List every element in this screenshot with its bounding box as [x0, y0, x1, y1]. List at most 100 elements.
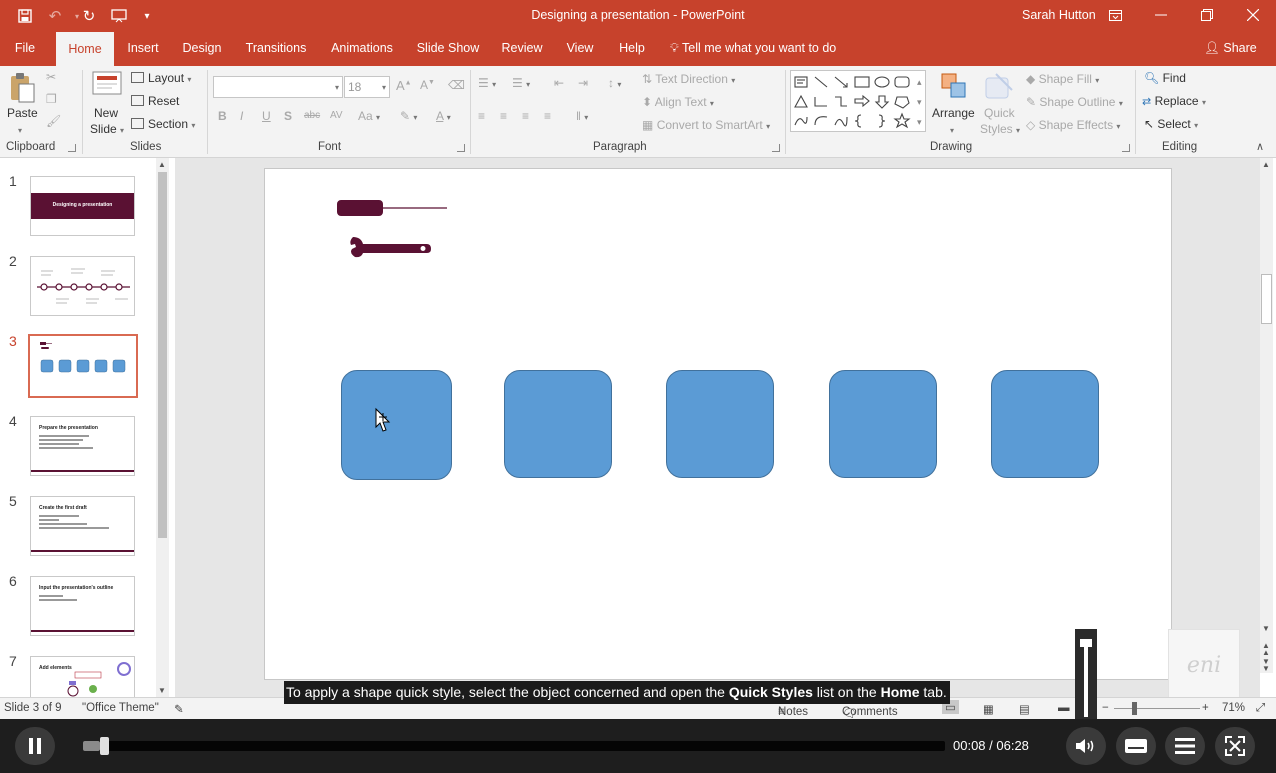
decrease-indent-icon[interactable]: ⇤	[554, 76, 564, 90]
tab-transitions[interactable]: Transitions	[242, 32, 310, 66]
reading-view-icon[interactable]: ▤	[1019, 702, 1030, 716]
align-text-button[interactable]: ⬍ Align Text ▾	[642, 95, 714, 109]
tab-slide-show[interactable]: Slide Show	[414, 32, 482, 66]
shape-fill-button[interactable]: ◆ Shape Fill ▾	[1026, 72, 1099, 86]
tab-insert[interactable]: Insert	[122, 32, 164, 66]
tab-design[interactable]: Design	[180, 32, 224, 66]
thumbnails-scrollbar-thumb[interactable]	[158, 172, 167, 538]
character-spacing-icon[interactable]: AV	[330, 110, 343, 121]
slide-thumbnail-7[interactable]: Add elements	[30, 656, 135, 697]
tab-help[interactable]: Help	[614, 32, 650, 66]
bold-icon[interactable]: B	[218, 109, 227, 123]
rounded-rectangle-2[interactable]	[504, 370, 612, 478]
next-slide-icon[interactable]: ▼ ▼	[1262, 658, 1270, 673]
increase-font-icon[interactable]: A▲	[396, 78, 412, 93]
clear-formatting-icon[interactable]: ⌫	[448, 78, 465, 92]
bullets-icon[interactable]: ☰ ▾	[478, 76, 496, 90]
cut-icon[interactable]: ✂	[46, 70, 56, 84]
scroll-up-icon[interactable]: ▲	[1262, 160, 1270, 169]
tab-file[interactable]: File	[6, 32, 44, 66]
shapes-gallery[interactable]	[790, 70, 926, 132]
scroll-up-icon[interactable]: ▲	[158, 160, 166, 169]
tab-review[interactable]: Review	[498, 32, 546, 66]
slide-scrollbar-thumb[interactable]	[1261, 274, 1272, 324]
rounded-rectangle-4[interactable]	[829, 370, 937, 478]
slide-thumbnail-4[interactable]: Prepare the presentation	[30, 416, 135, 476]
line-spacing-icon[interactable]: ↕ ▾	[608, 76, 621, 90]
zoom-out-icon[interactable]: −	[1102, 702, 1109, 714]
thumbnails-scrollbar[interactable]: ▲ ▼	[156, 158, 169, 697]
arrange-label[interactable]: Arrange	[932, 106, 975, 120]
font-color-icon[interactable]: A ▾	[436, 109, 451, 123]
font-size-box[interactable]: 18 ▾	[344, 76, 390, 98]
justify-icon[interactable]: ≡	[544, 109, 551, 123]
volume-button[interactable]	[1066, 727, 1106, 765]
slide-scrollbar[interactable]: ▲ ▼ ▲ ▲ ▼ ▼	[1260, 158, 1273, 673]
font-size-dropdown-icon[interactable]: ▾	[382, 83, 386, 92]
new-slide-label-2[interactable]: Slide ▾	[90, 122, 124, 136]
columns-icon[interactable]: ‖ ▾	[576, 109, 588, 123]
subtitles-button[interactable]	[1116, 727, 1156, 765]
shadow-icon[interactable]: S	[284, 109, 292, 123]
video-progress-handle[interactable]	[100, 737, 109, 755]
rounded-rectangle-1[interactable]	[341, 370, 452, 480]
select-button[interactable]: ↖ Select ▾	[1144, 117, 1198, 131]
arrange-dropdown-icon[interactable]: ▾	[950, 122, 954, 136]
slide-thumbnail-6[interactable]: Input the presentation's outline	[30, 576, 135, 636]
fit-to-window-icon[interactable]: ⤢	[1256, 702, 1265, 715]
previous-slide-icon[interactable]: ▲ ▲	[1262, 642, 1270, 657]
zoom-slider-handle[interactable]	[1132, 702, 1137, 715]
slide-sorter-icon[interactable]: ▦	[983, 702, 994, 716]
quick-styles-label-1[interactable]: Quick	[984, 106, 1015, 120]
slide-thumbnail-2[interactable]	[30, 256, 135, 316]
minimize-icon[interactable]	[1146, 4, 1176, 26]
italic-icon[interactable]: I	[240, 109, 243, 123]
align-right-icon[interactable]: ≡	[522, 109, 529, 123]
slide-thumbnail-1[interactable]: Designing a presentation	[30, 176, 135, 236]
tab-view[interactable]: View	[562, 32, 598, 66]
font-name-dropdown-icon[interactable]: ▾	[335, 83, 339, 92]
slideshow-view-icon[interactable]: ▬	[1058, 702, 1070, 714]
highlight-icon[interactable]: ✎ ▾	[400, 109, 417, 123]
paragraph-launcher-icon[interactable]	[772, 144, 780, 152]
volume-slider-handle[interactable]	[1080, 639, 1092, 647]
align-left-icon[interactable]: ≡	[478, 109, 485, 123]
zoom-in-icon[interactable]: +	[1202, 702, 1209, 714]
align-center-icon[interactable]: ≡	[500, 109, 507, 123]
quick-styles-icon[interactable]	[984, 72, 1014, 103]
rounded-rectangle-5[interactable]	[991, 370, 1099, 478]
close-icon[interactable]	[1238, 4, 1268, 26]
scroll-down-icon[interactable]: ▼	[1262, 624, 1270, 633]
reset-button[interactable]: Reset	[131, 94, 179, 108]
paste-dropdown-icon[interactable]: ▾	[18, 122, 22, 136]
new-slide-icon[interactable]	[92, 70, 122, 101]
numbering-icon[interactable]: ☰ ▾	[512, 76, 530, 90]
collapse-ribbon-icon[interactable]: ∧	[1256, 140, 1264, 153]
decrease-font-icon[interactable]: A▼	[420, 78, 435, 92]
arrange-icon[interactable]	[940, 72, 968, 103]
ribbon-display-options-icon[interactable]	[1100, 4, 1130, 26]
copy-icon[interactable]: ❐	[46, 92, 57, 106]
shape-outline-button[interactable]: ✎ Shape Outline ▾	[1026, 95, 1123, 109]
share-button[interactable]: 👤︎ Share	[1204, 32, 1257, 66]
section-button[interactable]: Section ▾	[131, 117, 195, 131]
slide-thumbnail-3[interactable]	[28, 334, 138, 398]
tab-home[interactable]: Home	[56, 32, 114, 66]
font-launcher-icon[interactable]	[457, 144, 465, 152]
clipboard-launcher-icon[interactable]	[68, 144, 76, 152]
tools-icons[interactable]	[335, 197, 447, 267]
chapters-button[interactable]	[1165, 727, 1205, 765]
find-button[interactable]: 🔍︎ Find	[1144, 71, 1186, 85]
video-progress-track[interactable]	[83, 741, 945, 751]
layout-button[interactable]: Layout ▾	[131, 71, 191, 85]
change-case-icon[interactable]: Aa ▾	[358, 109, 380, 123]
shape-effects-button[interactable]: ◇ Shape Effects ▾	[1026, 118, 1120, 132]
zoom-slider-track[interactable]	[1114, 708, 1200, 709]
pause-button[interactable]	[15, 727, 55, 765]
convert-smartart-button[interactable]: ▦ Convert to SmartArt ▾	[642, 118, 770, 132]
zoom-level[interactable]: 71%	[1222, 702, 1245, 714]
scroll-down-icon[interactable]: ▼	[158, 686, 166, 695]
rounded-rectangle-3[interactable]	[666, 370, 774, 478]
underline-icon[interactable]: U	[262, 109, 271, 123]
font-name-box[interactable]: ▾	[213, 76, 343, 98]
